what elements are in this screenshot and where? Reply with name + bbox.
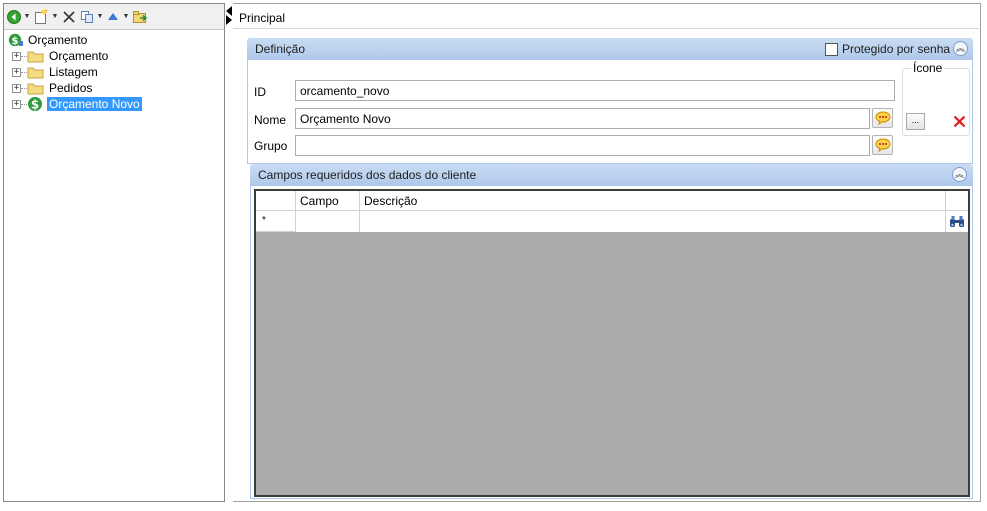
definicao-title: Definição <box>255 42 306 56</box>
grupo-translate-button[interactable] <box>872 135 893 155</box>
move-dropdown-icon[interactable]: ▼ <box>122 13 130 20</box>
tab-strip: Principal <box>233 4 979 29</box>
definicao-body: ID orcamento_novo Nome Orçamento Novo Gr… <box>247 60 973 164</box>
campos-grid: Campo Descrição * <box>254 189 970 497</box>
table-row-new[interactable]: * <box>256 211 968 232</box>
grupo-input[interactable] <box>295 135 870 156</box>
campos-group: Campos requeridos dos dados do cliente ︽… <box>250 164 973 501</box>
tree-panel: ▼ ▼ ▼ ▼ $ Orçamento + Orçamento + Listag… <box>3 3 225 502</box>
new-item-button[interactable] <box>32 6 50 28</box>
tree-node-label: Orçamento <box>49 49 109 63</box>
back-icon <box>7 9 21 24</box>
new-dropdown-icon[interactable]: ▼ <box>51 13 59 20</box>
details-panel: Principal Definição Protegido por senha … <box>233 3 981 502</box>
icone-remove-button[interactable] <box>950 113 969 130</box>
speech-bubble-icon <box>875 138 890 152</box>
folder-icon <box>27 51 44 63</box>
column-header-campo[interactable]: Campo <box>296 191 360 211</box>
protected-checkbox[interactable] <box>825 42 838 56</box>
nome-input[interactable]: Orçamento Novo <box>295 108 870 129</box>
column-header-descricao[interactable]: Descrição <box>360 191 946 211</box>
id-label: ID <box>254 85 266 99</box>
tree-node-orcamento[interactable]: + Orçamento <box>12 48 110 64</box>
collapse-up-icon[interactable]: ︽ <box>953 41 968 56</box>
folder-icon <box>27 67 44 79</box>
expand-icon[interactable]: + <box>12 51 21 61</box>
expand-right-icon[interactable] <box>226 15 232 25</box>
money-icon: $ <box>28 97 42 112</box>
expand-icon[interactable]: + <box>12 67 21 77</box>
expand-icon[interactable]: + <box>12 99 21 109</box>
close-icon <box>953 115 966 128</box>
tree-toolbar: ▼ ▼ ▼ ▼ <box>4 4 224 30</box>
folder-icon <box>27 83 44 95</box>
new-item-icon <box>35 8 48 24</box>
id-input[interactable]: orcamento_novo <box>295 80 895 101</box>
collapse-up-icon[interactable]: ︽ <box>952 167 967 182</box>
tree-node-listagem[interactable]: + Listagem <box>12 64 100 80</box>
new-row-marker: * <box>256 211 296 232</box>
delete-button[interactable] <box>60 6 78 28</box>
move-up-button[interactable] <box>105 6 121 28</box>
grid-header-row: Campo Descrição <box>256 191 968 211</box>
protected-label: Protegido por senha <box>842 42 951 56</box>
copy-dropdown-icon[interactable]: ▼ <box>96 13 104 20</box>
svg-text:$: $ <box>31 98 39 112</box>
back-button[interactable] <box>6 6 22 28</box>
icone-groupbox: Ícone ... <box>902 61 970 136</box>
nome-label: Nome <box>254 113 287 127</box>
copy-button[interactable] <box>79 6 95 28</box>
definicao-group: Definição Protegido por senha ︽ ID orcam… <box>247 38 973 164</box>
panel-splitter[interactable] <box>225 3 233 502</box>
tab-principal[interactable]: Principal <box>233 4 291 29</box>
protected-checkbox-row[interactable]: Protegido por senha <box>825 42 950 56</box>
tree-node-pedidos[interactable]: + Pedidos <box>12 80 94 96</box>
campos-title: Campos requeridos dos dados do cliente <box>258 168 477 182</box>
tree-node-label: Orçamento <box>28 33 88 47</box>
tree-node-orcamento-novo[interactable]: + $ Orçamento Novo <box>12 96 142 112</box>
speech-bubble-icon <box>875 111 890 125</box>
icone-label: Ícone <box>911 61 945 75</box>
row-header-corner <box>256 191 296 211</box>
cell-campo[interactable] <box>296 211 360 232</box>
copy-icon <box>81 10 93 23</box>
delete-icon <box>63 10 75 23</box>
export-button[interactable] <box>131 6 149 28</box>
tree-node-label: Pedidos <box>49 81 93 95</box>
money-icon: $ <box>8 33 23 47</box>
campos-body: Campo Descrição * <box>250 186 973 499</box>
export-icon <box>133 10 148 23</box>
column-header-action <box>946 191 968 211</box>
svg-text:$: $ <box>12 36 19 47</box>
tree-node-label: Listagem <box>49 65 98 79</box>
campos-header: Campos requeridos dos dados do cliente ︽ <box>250 164 973 186</box>
tree-node-root[interactable]: $ Orçamento <box>8 32 89 48</box>
cell-descricao[interactable] <box>360 211 946 232</box>
icone-browse-button[interactable]: ... <box>906 113 925 130</box>
definicao-header: Definição Protegido por senha ︽ <box>247 38 973 60</box>
binoculars-icon <box>950 216 964 227</box>
expand-icon[interactable]: + <box>12 83 21 93</box>
move-up-icon <box>108 12 118 20</box>
grupo-label: Grupo <box>254 139 288 153</box>
nome-translate-button[interactable] <box>872 108 893 128</box>
tree-node-label: Orçamento Novo <box>47 97 142 111</box>
back-dropdown-icon[interactable]: ▼ <box>23 13 31 20</box>
search-button[interactable] <box>946 211 968 232</box>
